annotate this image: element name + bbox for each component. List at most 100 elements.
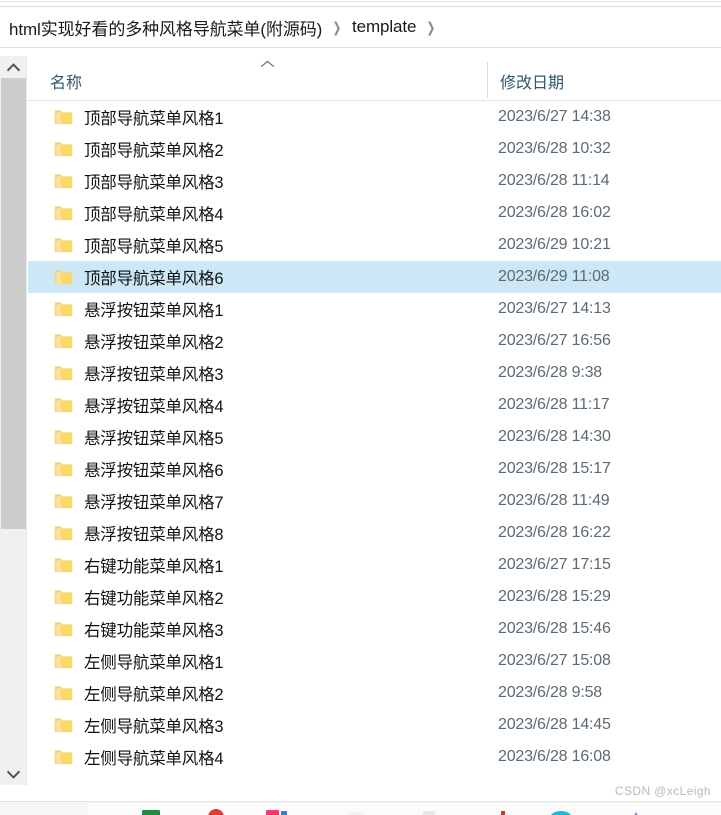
file-date-modified: 2023/6/29 11:08 <box>498 268 610 285</box>
file-row[interactable]: 顶部导航菜单风格3 2023/6/28 11:14 <box>28 165 721 197</box>
file-name: 悬浮按钮菜单风格6 <box>84 462 224 480</box>
file-name: 顶部导航菜单风格3 <box>84 174 224 192</box>
taskbar-icon-explorer[interactable] <box>345 808 367 815</box>
taskbar-icon-editor[interactable] <box>492 808 514 815</box>
file-date-modified: 2023/6/28 11:49 <box>498 492 610 509</box>
file-row[interactable]: 右键功能菜单风格3 2023/6/28 15:46 <box>28 613 721 645</box>
folder-icon <box>54 685 73 702</box>
file-date-modified: 2023/6/27 14:38 <box>498 108 611 125</box>
folder-icon <box>54 237 73 254</box>
file-row[interactable]: 悬浮按钮菜单风格6 2023/6/28 15:17 <box>28 453 721 485</box>
file-name: 右键功能菜单风格3 <box>84 622 224 640</box>
file-date-modified: 2023/6/28 16:22 <box>498 524 611 541</box>
folder-icon <box>54 429 73 446</box>
file-date-modified: 2023/6/27 15:08 <box>498 652 611 669</box>
file-row[interactable]: 左侧导航菜单风格3 2023/6/28 14:45 <box>28 709 721 741</box>
chevron-right-icon[interactable]: ❯ <box>427 20 436 34</box>
folder-icon <box>54 333 73 350</box>
taskbar-icon-media[interactable] <box>265 808 287 815</box>
folder-icon <box>54 301 73 318</box>
file-row[interactable]: 悬浮按钮菜单风格7 2023/6/28 11:49 <box>28 485 721 517</box>
file-name: 左侧导航菜单风格3 <box>84 718 224 736</box>
file-date-modified: 2023/6/28 15:17 <box>498 460 611 477</box>
taskbar <box>0 801 721 815</box>
file-date-modified: 2023/6/28 15:46 <box>498 620 611 637</box>
file-name: 左侧导航菜单风格4 <box>84 750 224 768</box>
folder-icon <box>54 141 73 158</box>
file-row[interactable]: 左侧导航菜单风格1 2023/6/27 15:08 <box>28 645 721 677</box>
file-date-modified: 2023/6/28 14:30 <box>498 428 611 445</box>
folder-icon <box>54 269 73 286</box>
file-name: 右键功能菜单风格1 <box>84 558 224 576</box>
file-name: 悬浮按钮菜单风格7 <box>84 494 224 512</box>
file-row[interactable]: 顶部导航菜单风格6 2023/6/29 11:08 <box>28 261 721 293</box>
file-date-modified: 2023/6/28 15:29 <box>498 588 611 605</box>
file-list[interactable]: 顶部导航菜单风格1 2023/6/27 14:38 顶部导航菜单风格2 2023/6/… <box>28 101 721 785</box>
folder-icon <box>54 653 73 670</box>
sort-ascending-icon <box>260 58 275 70</box>
taskbar-icon-browser[interactable] <box>205 808 227 815</box>
breadcrumb-item-root[interactable]: html实现好看的多种风格导航菜单(附源码) <box>9 15 322 40</box>
file-date-modified: 2023/6/28 14:45 <box>498 716 611 733</box>
column-header-row: 名称 修改日期 <box>28 56 721 101</box>
file-row[interactable]: 悬浮按钮菜单风格8 2023/6/28 16:22 <box>28 517 721 549</box>
column-header-name[interactable]: 名称 <box>50 69 82 93</box>
folder-icon <box>54 397 73 414</box>
scroll-down-icon[interactable] <box>0 763 26 785</box>
scroll-up-icon[interactable] <box>0 56 26 78</box>
taskbar-icon-document[interactable] <box>418 808 440 815</box>
folder-icon <box>54 557 73 574</box>
file-date-modified: 2023/6/28 16:08 <box>498 748 611 765</box>
file-name: 悬浮按钮菜单风格5 <box>84 430 224 448</box>
file-row[interactable]: 顶部导航菜单风格4 2023/6/28 16:02 <box>28 197 721 229</box>
taskbar-icon-chat[interactable] <box>548 808 571 815</box>
folder-icon <box>54 461 73 478</box>
file-row[interactable]: 顶部导航菜单风格5 2023/6/29 10:21 <box>28 229 721 261</box>
taskbar-icon-app[interactable] <box>625 808 647 815</box>
file-row[interactable]: 右键功能菜单风格2 2023/6/28 15:29 <box>28 581 721 613</box>
file-name: 顶部导航菜单风格4 <box>84 206 224 224</box>
file-date-modified: 2023/6/29 10:21 <box>498 236 611 253</box>
file-name: 悬浮按钮菜单风格4 <box>84 398 224 416</box>
file-row[interactable]: 悬浮按钮菜单风格5 2023/6/28 14:30 <box>28 421 721 453</box>
file-row[interactable]: 左侧导航菜单风格4 2023/6/28 16:08 <box>28 741 721 773</box>
file-name: 悬浮按钮菜单风格3 <box>84 366 224 384</box>
chevron-right-icon[interactable]: ❯ <box>333 20 342 34</box>
breadcrumb: html实现好看的多种风格导航菜单(附源码) ❯ template ❯ <box>0 7 721 47</box>
file-date-modified: 2023/6/28 10:32 <box>498 140 611 157</box>
taskbar-icon-excel[interactable] <box>140 808 162 815</box>
file-row[interactable]: 左侧导航菜单风格2 2023/6/28 9:58 <box>28 677 721 709</box>
file-date-modified: 2023/6/28 11:17 <box>498 396 610 413</box>
breadcrumb-underline <box>0 47 721 48</box>
column-header-date-modified[interactable]: 修改日期 <box>500 69 564 93</box>
file-row[interactable]: 悬浮按钮菜单风格2 2023/6/27 16:56 <box>28 325 721 357</box>
folder-icon <box>54 749 73 766</box>
file-row[interactable]: 悬浮按钮菜单风格3 2023/6/28 9:38 <box>28 357 721 389</box>
folder-icon <box>54 717 73 734</box>
watermark: CSDN @xcLeigh <box>614 784 711 798</box>
file-name: 顶部导航菜单风格2 <box>84 142 224 160</box>
file-name: 悬浮按钮菜单风格8 <box>84 526 224 544</box>
folder-icon <box>54 365 73 382</box>
file-name: 左侧导航菜单风格2 <box>84 686 224 704</box>
vertical-scrollbar[interactable] <box>0 56 27 785</box>
scrollbar-thumb[interactable] <box>1 78 26 529</box>
file-row[interactable]: 右键功能菜单风格1 2023/6/27 17:15 <box>28 549 721 581</box>
file-date-modified: 2023/6/27 16:56 <box>498 332 611 349</box>
file-date-modified: 2023/6/27 17:15 <box>498 556 611 573</box>
file-row[interactable]: 顶部导航菜单风格2 2023/6/28 10:32 <box>28 133 721 165</box>
file-row[interactable]: 悬浮按钮菜单风格4 2023/6/28 11:17 <box>28 389 721 421</box>
file-date-modified: 2023/6/28 11:14 <box>498 172 610 189</box>
file-name: 顶部导航菜单风格5 <box>84 238 224 256</box>
file-date-modified: 2023/6/28 9:58 <box>498 684 602 701</box>
folder-icon <box>54 493 73 510</box>
file-name: 悬浮按钮菜单风格2 <box>84 334 224 352</box>
file-date-modified: 2023/6/28 9:38 <box>498 364 602 381</box>
breadcrumb-item-template[interactable]: template <box>352 17 417 37</box>
file-row[interactable]: 悬浮按钮菜单风格1 2023/6/27 14:13 <box>28 293 721 325</box>
column-divider[interactable] <box>487 62 488 98</box>
file-row[interactable]: 顶部导航菜单风格1 2023/6/27 14:38 <box>28 101 721 133</box>
file-name: 悬浮按钮菜单风格1 <box>84 302 224 320</box>
file-name: 右键功能菜单风格2 <box>84 590 224 608</box>
file-date-modified: 2023/6/27 14:13 <box>498 300 611 317</box>
